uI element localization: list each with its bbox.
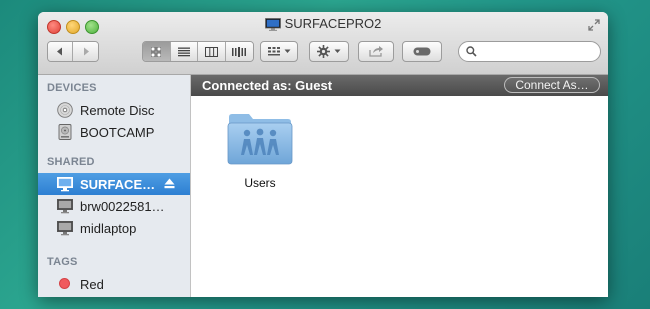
pc-monitor-icon <box>264 18 281 32</box>
sidebar-item-label: midlaptop <box>80 221 137 236</box>
nav-buttons <box>47 41 99 62</box>
hard-drive-icon <box>58 124 72 140</box>
arrange-grid-icon <box>267 47 280 56</box>
shared-folder-icon[interactable] <box>227 111 293 165</box>
sidebar-item-surfacepro2[interactable]: SURFACE… <box>38 173 190 195</box>
back-arrow-icon <box>57 47 62 56</box>
window-title: SURFACEPRO2 <box>38 16 608 32</box>
edit-tags-button[interactable] <box>402 41 442 62</box>
file-browser-area: Users <box>191 97 608 297</box>
sidebar-item-label: brw0022581… <box>80 199 165 214</box>
connection-bar: Connected as: Guest Connect As… <box>191 75 608 96</box>
sidebar-item-midlaptop[interactable]: midlaptop <box>38 217 190 239</box>
sidebar-item-label: SURFACE… <box>80 177 156 192</box>
view-mode-control <box>142 41 254 62</box>
forward-button[interactable] <box>73 42 98 61</box>
column-view-icon <box>204 46 218 57</box>
sidebar-item-brw[interactable]: brw0022581… <box>38 195 190 217</box>
coverflow-view-button[interactable] <box>225 42 253 61</box>
sidebar-heading-devices: DEVICES <box>47 82 97 94</box>
pc-monitor-icon <box>57 221 73 236</box>
icon-view-button[interactable] <box>143 42 171 61</box>
search-icon <box>466 46 477 57</box>
sidebar: DEVICES Remote Disc BOOTCAMP SHARED SURF… <box>38 75 191 297</box>
eject-icon[interactable] <box>164 178 175 189</box>
gear-icon <box>317 45 330 58</box>
action-button[interactable] <box>309 41 349 62</box>
sidebar-heading-tags: TAGS <box>47 256 78 268</box>
list-view-button[interactable] <box>170 42 198 61</box>
tag-icon <box>413 47 431 56</box>
back-button[interactable] <box>48 42 74 61</box>
sidebar-item-label: BOOTCAMP <box>80 125 155 140</box>
pc-monitor-icon <box>57 199 73 214</box>
folder-label-users: Users <box>244 176 276 190</box>
icon-view-icon <box>151 46 162 57</box>
chevron-down-icon <box>284 49 290 53</box>
fullscreen-icon[interactable] <box>588 19 600 31</box>
connect-as-button[interactable]: Connect As… <box>504 77 600 93</box>
arrange-button[interactable] <box>260 41 298 62</box>
share-button[interactable] <box>358 41 394 62</box>
red-tag-icon <box>59 278 70 289</box>
forward-arrow-icon <box>83 47 89 56</box>
finder-window: SURFACEPRO2 DEVICES Remote Disc BOOTCAMP… <box>38 12 608 297</box>
remote-disc-icon <box>57 102 73 118</box>
sidebar-item-tag-red[interactable]: Red <box>38 273 190 295</box>
sidebar-item-label: Red <box>80 277 104 292</box>
connection-status: Connected as: Guest <box>202 78 333 93</box>
sidebar-item-label: Remote Disc <box>80 103 155 118</box>
sidebar-item-remote-disc[interactable]: Remote Disc <box>38 99 190 121</box>
column-view-button[interactable] <box>198 42 226 61</box>
coverflow-view-icon <box>232 46 247 57</box>
chevron-down-icon <box>334 49 341 53</box>
list-view-icon <box>177 47 190 56</box>
sidebar-item-bootcamp[interactable]: BOOTCAMP <box>38 121 190 143</box>
window-title-text: SURFACEPRO2 <box>284 16 382 31</box>
titlebar: SURFACEPRO2 <box>38 12 608 75</box>
share-icon <box>368 46 383 57</box>
search-field[interactable] <box>458 41 601 62</box>
sidebar-heading-shared: SHARED <box>47 156 95 168</box>
pc-monitor-icon <box>57 177 73 192</box>
